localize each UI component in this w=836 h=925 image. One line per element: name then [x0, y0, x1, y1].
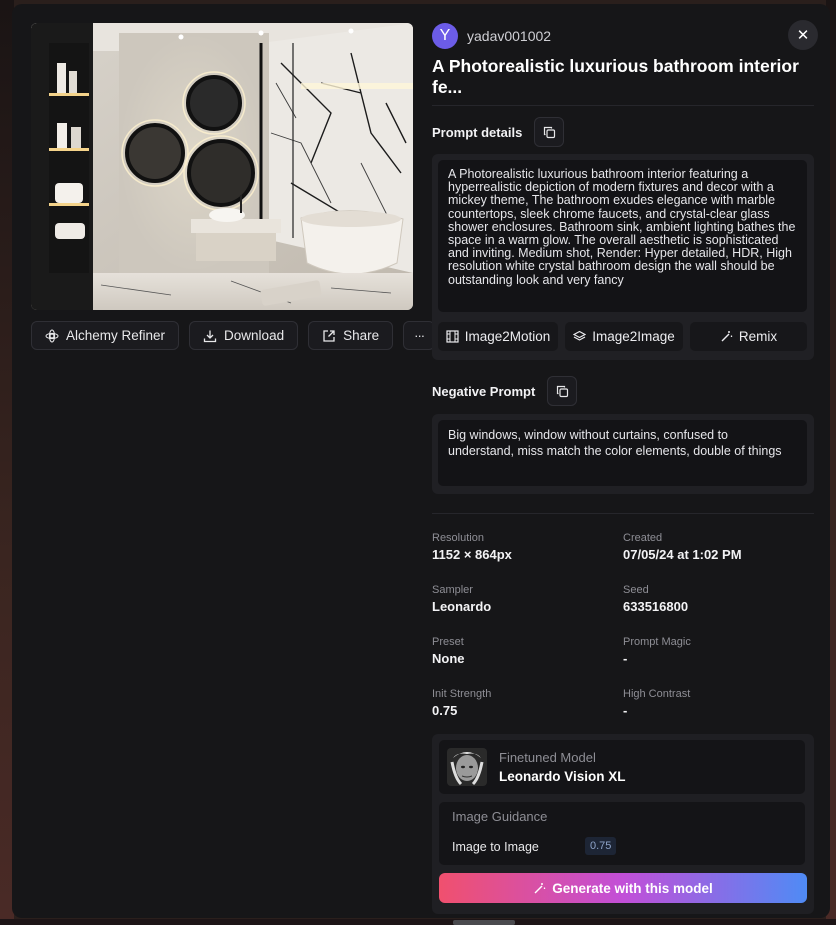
init-strength-label: Init Strength — [432, 688, 492, 700]
image-guidance-box: Image Guidance Image to Image 0.75 — [439, 802, 805, 865]
preset-field: Preset None — [432, 636, 465, 666]
negative-prompt-header: Negative Prompt — [432, 376, 578, 406]
alchemy-refiner-button[interactable]: Alchemy Refiner — [31, 321, 180, 350]
generate-with-model-button[interactable]: Generate with this model — [439, 873, 807, 903]
image-to-image-strength: 0.75 — [585, 837, 617, 855]
wand-icon — [721, 331, 733, 342]
high-contrast-value: - — [623, 703, 628, 718]
copy-prompt-button[interactable] — [534, 117, 565, 147]
image-to-image-label: Image to Image — [452, 840, 539, 854]
download-label: Download — [224, 328, 285, 343]
prompt-text-box: A Photorealistic luxurious bathroom inte… — [438, 160, 807, 312]
resolution-field: Resolution 1152 × 864px — [432, 532, 512, 562]
high-contrast-label: High Contrast — [623, 688, 691, 700]
prompt-text: A Photorealistic luxurious bathroom inte… — [448, 167, 796, 287]
page-title: A Photorealistic luxurious bathroom inte… — [432, 56, 799, 97]
close-icon: ✕ — [796, 27, 810, 44]
prompt-magic-field: Prompt Magic - — [623, 636, 691, 666]
avatar[interactable]: Y — [432, 23, 458, 49]
download-button[interactable]: Download — [189, 321, 299, 350]
negative-prompt-text: Big windows, window without curtains, co… — [448, 428, 782, 458]
image2motion-button[interactable]: Image2Motion — [438, 322, 558, 351]
more-icon: ··· — [414, 328, 425, 343]
scrollbar-thumb[interactable] — [453, 920, 515, 925]
motion-icon — [446, 330, 459, 343]
image-detail-modal: Alchemy Refiner Download Share ··· Y yad… — [12, 4, 830, 918]
finetuned-model-name: Leonardo Vision XL — [499, 769, 626, 784]
preset-value: None — [432, 651, 465, 666]
sampler-field: Sampler Leonardo — [432, 584, 491, 614]
high-contrast-field: High Contrast - — [623, 688, 690, 718]
negative-prompt-heading: Negative Prompt — [432, 383, 536, 399]
finetuned-model-row[interactable]: Finetuned Model Leonardo Vision XL — [439, 740, 805, 794]
generated-image[interactable] — [31, 23, 413, 310]
layers-icon — [573, 330, 587, 341]
more-options-button[interactable]: ··· — [403, 321, 436, 350]
seed-value[interactable]: 633516800 — [623, 599, 688, 614]
preset-label: Preset — [432, 636, 464, 648]
finetuned-model-label: Finetuned Model — [499, 750, 596, 765]
copy-icon — [556, 385, 568, 397]
image-action-row: Alchemy Refiner Download Share ··· — [31, 321, 436, 350]
negative-prompt-card: Big windows, window without curtains, co… — [432, 414, 814, 494]
copy-icon — [543, 126, 555, 138]
model-card: Finetuned Model Leonardo Vision XL Image… — [432, 734, 814, 914]
share-icon — [323, 329, 335, 342]
close-button[interactable]: ✕ — [788, 20, 818, 50]
image-guidance-title: Image Guidance — [452, 809, 548, 824]
image2image-label: Image2Image — [592, 329, 675, 344]
share-label: Share — [343, 328, 380, 343]
prompt-magic-label: Prompt Magic — [623, 636, 691, 648]
created-value: 07/05/24 at 1:02 PM — [623, 547, 742, 562]
prompt-details-heading: Prompt details — [432, 124, 523, 140]
prompt-actions: Image2Motion Image2Image Remix — [438, 322, 807, 351]
copy-negative-button[interactable] — [547, 376, 578, 406]
resolution-value: 1152 × 864px — [432, 547, 512, 562]
sampler-value: Leonardo — [432, 599, 492, 614]
seed-label: Seed — [623, 584, 649, 596]
creator-username[interactable]: yadav001002 — [467, 28, 551, 44]
created-field: Created 07/05/24 at 1:02 PM — [623, 532, 742, 562]
sampler-label: Sampler — [432, 584, 473, 596]
alchemy-icon — [45, 329, 59, 342]
remix-label: Remix — [738, 329, 778, 344]
download-icon — [203, 330, 217, 342]
prompt-magic-value: - — [623, 651, 628, 666]
model-thumbnail — [447, 748, 487, 786]
prompt-card: A Photorealistic luxurious bathroom inte… — [432, 154, 814, 360]
negative-text-box: Big windows, window without curtains, co… — [438, 420, 807, 486]
created-label: Created — [623, 532, 663, 544]
resolution-label: Resolution — [432, 532, 484, 544]
creator-row[interactable]: Y yadav001002 — [432, 23, 551, 49]
title-divider — [432, 105, 814, 106]
meta-divider — [432, 513, 814, 514]
page-bottom-strip — [0, 919, 836, 925]
generate-label: Generate with this model — [552, 880, 713, 896]
prompt-details-header: Prompt details — [432, 117, 565, 147]
init-strength-field: Init Strength 0.75 — [432, 688, 491, 718]
share-button[interactable]: Share — [308, 321, 394, 350]
alchemy-refiner-label: Alchemy Refiner — [66, 328, 166, 343]
wand-icon — [534, 882, 546, 893]
image2image-button[interactable]: Image2Image — [565, 322, 683, 351]
remix-button[interactable]: Remix — [690, 322, 807, 351]
image2motion-label: Image2Motion — [464, 329, 551, 344]
seed-field: Seed 633516800 — [623, 584, 688, 614]
init-strength-value: 0.75 — [432, 703, 458, 718]
